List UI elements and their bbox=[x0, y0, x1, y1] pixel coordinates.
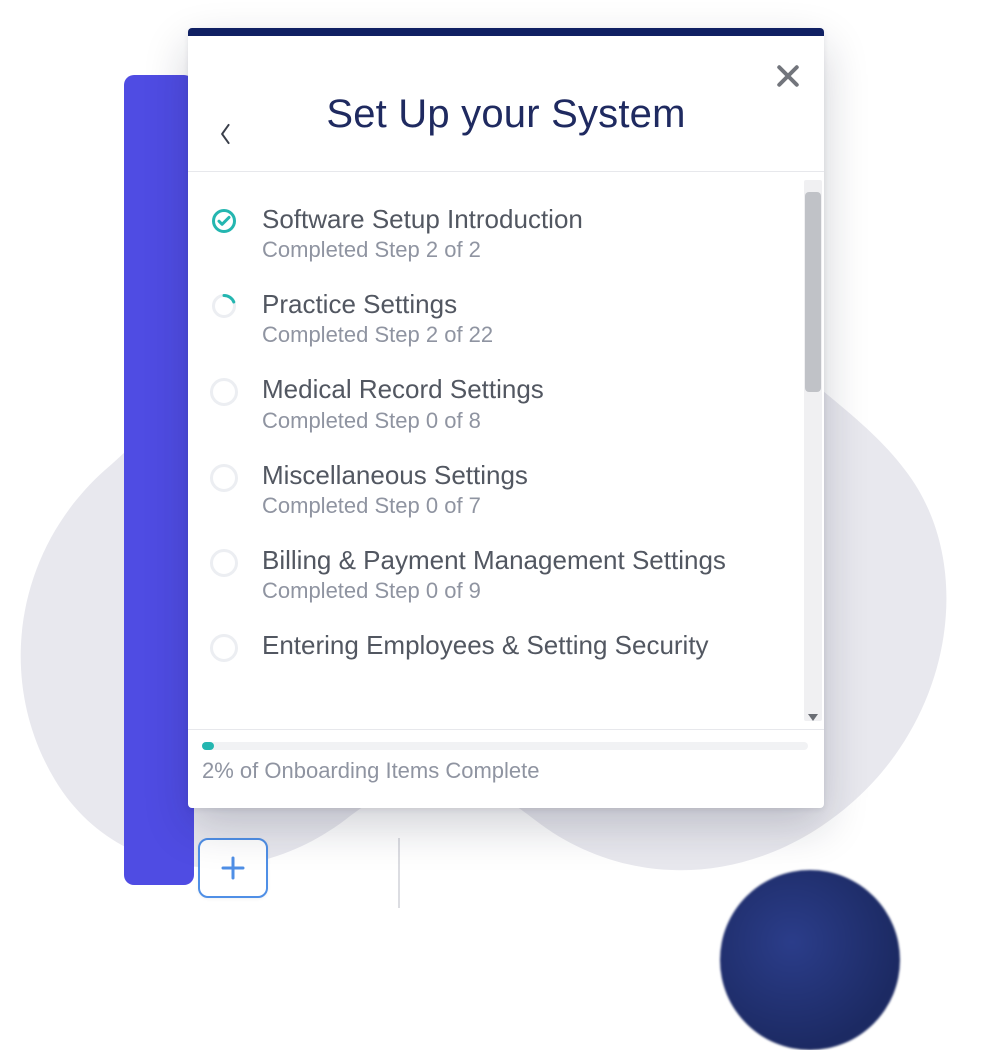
checklist-item-subtitle: Completed Step 0 of 7 bbox=[262, 493, 784, 519]
panel-header: Set Up your System bbox=[188, 36, 824, 172]
panel-footer: 2% of Onboarding Items Complete bbox=[188, 729, 824, 808]
vertical-divider bbox=[398, 838, 400, 908]
chevron-left-icon bbox=[218, 121, 234, 147]
checklist-item[interactable]: Entering Employees & Setting Security bbox=[210, 620, 792, 678]
side-accent-strip bbox=[124, 75, 194, 885]
checklist-item-texts: Software Setup IntroductionCompleted Ste… bbox=[262, 204, 784, 263]
empty-ring-icon bbox=[210, 464, 238, 492]
scrollbar[interactable] bbox=[802, 172, 824, 729]
back-button[interactable] bbox=[206, 114, 246, 154]
panel-top-accent bbox=[188, 28, 824, 36]
progress-ring-icon bbox=[211, 293, 237, 319]
caret-down-icon bbox=[807, 713, 819, 723]
checklist-item-title: Software Setup Introduction bbox=[262, 204, 784, 235]
checklist-item-icon bbox=[210, 460, 238, 519]
plus-icon bbox=[218, 853, 248, 883]
checklist-scroll-area[interactable]: Software Setup IntroductionCompleted Ste… bbox=[188, 172, 802, 729]
empty-ring-icon bbox=[210, 634, 238, 662]
checklist-item-icon bbox=[210, 630, 238, 662]
checklist-item-icon bbox=[210, 289, 238, 348]
scrollbar-thumb[interactable] bbox=[805, 192, 821, 392]
checklist-item-title: Practice Settings bbox=[262, 289, 784, 320]
empty-ring-icon bbox=[210, 549, 238, 577]
checklist-item-subtitle: Completed Step 0 of 9 bbox=[262, 578, 784, 604]
empty-ring-icon bbox=[210, 378, 238, 406]
checklist-item-subtitle: Completed Step 2 of 2 bbox=[262, 237, 784, 263]
checklist-item-title: Billing & Payment Management Settings bbox=[262, 545, 784, 576]
scroll-down-arrow[interactable] bbox=[805, 711, 821, 725]
progress-bar-fill bbox=[202, 742, 214, 750]
checklist-item-title: Medical Record Settings bbox=[262, 374, 784, 405]
add-button[interactable] bbox=[198, 838, 268, 898]
checklist: Software Setup IntroductionCompleted Ste… bbox=[210, 194, 792, 678]
checklist-item-texts: Entering Employees & Setting Security bbox=[262, 630, 784, 662]
checklist-item[interactable]: Billing & Payment Management SettingsCom… bbox=[210, 535, 792, 620]
checklist-item-icon bbox=[210, 204, 238, 263]
progress-bar bbox=[202, 742, 808, 750]
checklist-item-subtitle: Completed Step 0 of 8 bbox=[262, 408, 784, 434]
panel-body: Software Setup IntroductionCompleted Ste… bbox=[188, 172, 824, 729]
checklist-item[interactable]: Medical Record Settings Completed Step 0 … bbox=[210, 364, 792, 449]
blue-circle-peek bbox=[720, 870, 900, 1050]
checklist-item[interactable]: Practice SettingsCompleted Step 2 of 22 bbox=[210, 279, 792, 364]
checklist-item[interactable]: Miscellaneous SettingsCompleted Step 0 o… bbox=[210, 450, 792, 535]
check-circle-icon bbox=[211, 208, 237, 234]
checklist-item-title: Entering Employees & Setting Security bbox=[262, 630, 784, 661]
checklist-item-subtitle: Completed Step 2 of 22 bbox=[262, 322, 784, 348]
checklist-item-texts: Practice SettingsCompleted Step 2 of 22 bbox=[262, 289, 784, 348]
close-icon bbox=[773, 61, 803, 91]
progress-label: 2% of Onboarding Items Complete bbox=[202, 758, 810, 784]
checklist-item-texts: Billing & Payment Management SettingsCom… bbox=[262, 545, 784, 604]
checklist-item-icon bbox=[210, 374, 238, 433]
checklist-item-icon bbox=[210, 545, 238, 604]
panel-title: Set Up your System bbox=[216, 92, 796, 137]
checklist-item-texts: Medical Record Settings Completed Step 0 … bbox=[262, 374, 784, 433]
onboarding-panel: Set Up your System Software Setup Introd… bbox=[188, 28, 824, 808]
close-button[interactable] bbox=[766, 54, 810, 98]
checklist-item[interactable]: Software Setup IntroductionCompleted Ste… bbox=[210, 194, 792, 279]
checklist-item-title: Miscellaneous Settings bbox=[262, 460, 784, 491]
checklist-item-texts: Miscellaneous SettingsCompleted Step 0 o… bbox=[262, 460, 784, 519]
